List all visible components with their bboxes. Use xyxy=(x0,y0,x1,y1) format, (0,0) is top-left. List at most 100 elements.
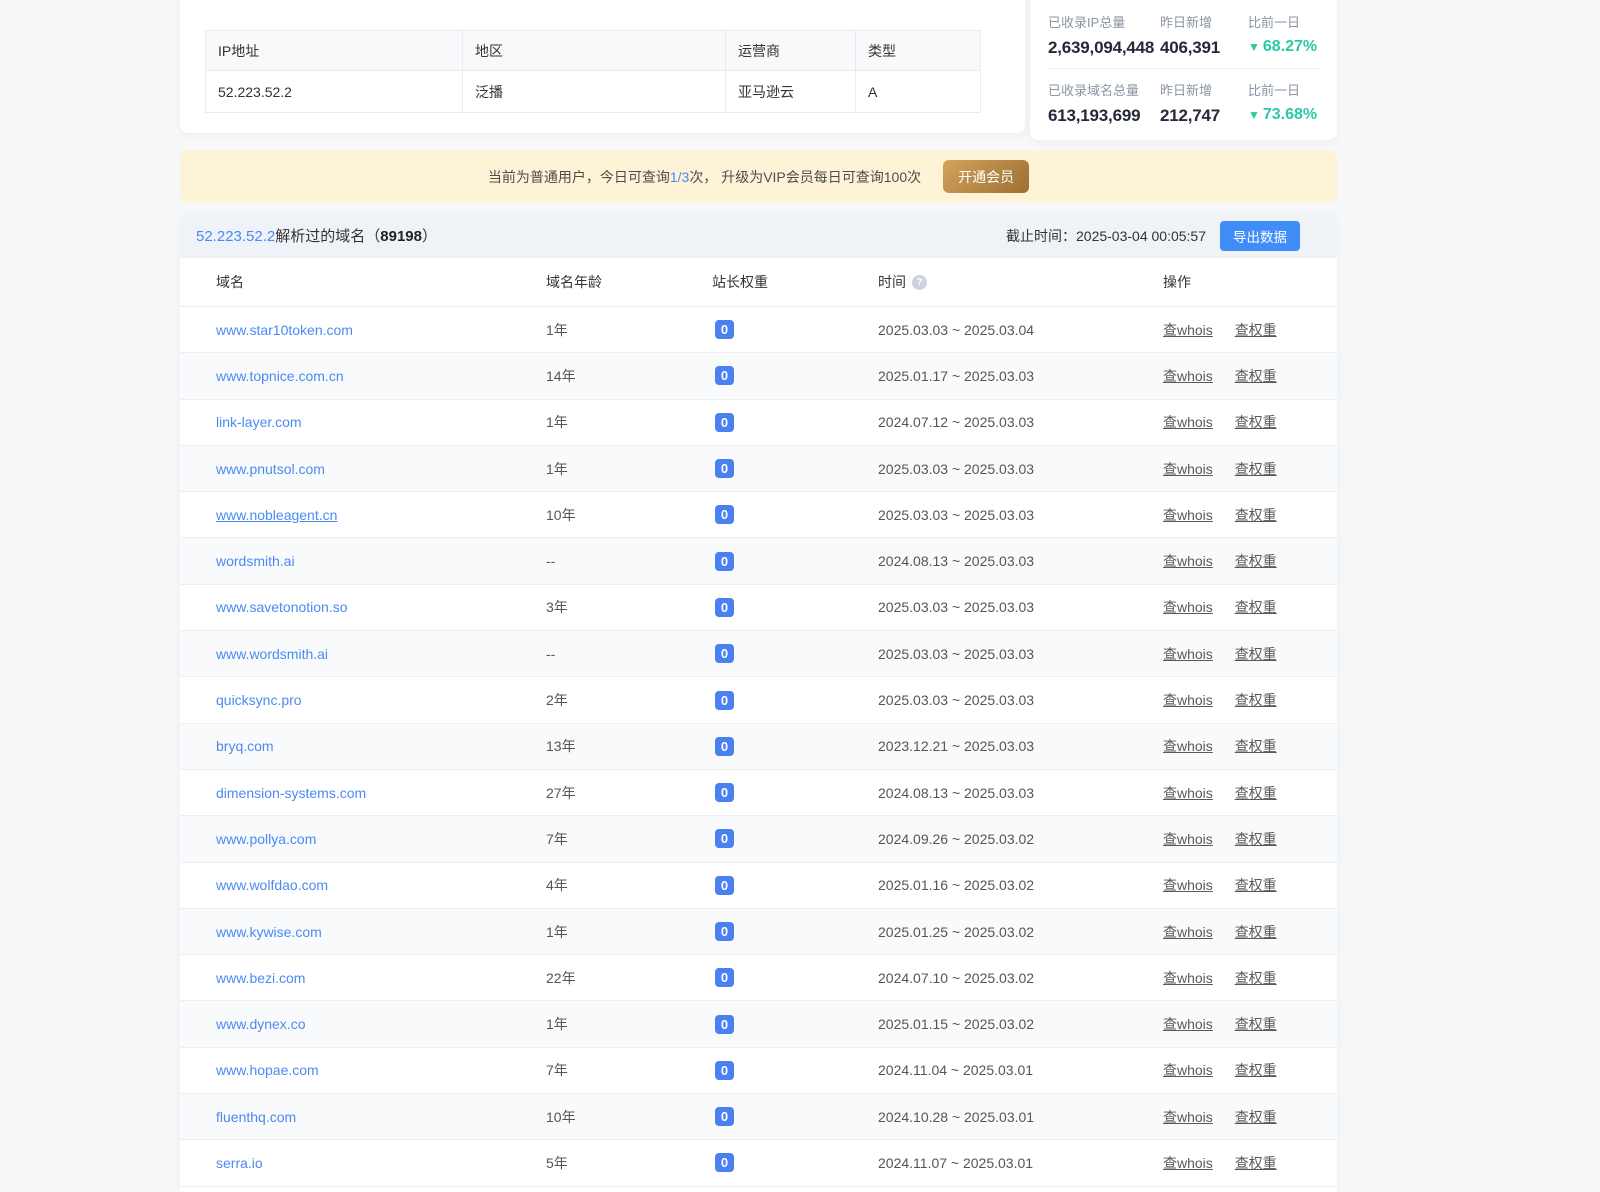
weight-badge[interactable]: 0 xyxy=(715,922,734,941)
open-vip-button[interactable]: 开通会员 xyxy=(943,160,1029,193)
check-weight-link[interactable]: 查权重 xyxy=(1235,507,1277,523)
check-whois-link[interactable]: 查whois xyxy=(1163,1016,1213,1032)
check-weight-link[interactable]: 查权重 xyxy=(1235,599,1277,615)
check-weight-link[interactable]: 查权重 xyxy=(1235,553,1277,569)
check-weight-link[interactable]: 查权重 xyxy=(1235,738,1277,754)
check-weight-link[interactable]: 查权重 xyxy=(1235,1016,1277,1032)
weight-badge[interactable]: 0 xyxy=(715,1015,734,1034)
check-weight-link[interactable]: 查权重 xyxy=(1235,785,1277,801)
weight-badge[interactable]: 0 xyxy=(715,644,734,663)
check-weight-link[interactable]: 查权重 xyxy=(1235,414,1277,430)
help-icon[interactable]: ? xyxy=(912,275,927,290)
domain-link[interactable]: www.savetonotion.so xyxy=(216,599,348,615)
check-whois-link[interactable]: 查whois xyxy=(1163,599,1213,615)
check-weight-link[interactable]: 查权重 xyxy=(1235,461,1277,477)
weight-badge[interactable]: 0 xyxy=(715,691,734,710)
weight-badge[interactable]: 0 xyxy=(715,366,734,385)
domain-link[interactable]: bryq.com xyxy=(216,738,274,754)
check-whois-link[interactable]: 查whois xyxy=(1163,738,1213,754)
record-period: 2024.11.04 ~ 2025.03.01 xyxy=(878,1062,1163,1078)
check-whois-link[interactable]: 查whois xyxy=(1163,368,1213,384)
domain-count: 89198 xyxy=(380,228,422,245)
check-whois-link[interactable]: 查whois xyxy=(1163,1109,1213,1125)
check-whois-link[interactable]: 查whois xyxy=(1163,970,1213,986)
check-whois-link[interactable]: 查whois xyxy=(1163,924,1213,940)
check-weight-link[interactable]: 查权重 xyxy=(1235,646,1277,662)
table-title: 52.223.52.2解析过的域名（89198） xyxy=(196,225,437,246)
weight-badge[interactable]: 0 xyxy=(715,1107,734,1126)
vip-banner-text: 当前为普通用户，今日可查询1/3次， 升级为VIP会员每日可查询100次 xyxy=(488,167,921,187)
domain-age: 7年 xyxy=(546,1060,712,1080)
check-whois-link[interactable]: 查whois xyxy=(1163,553,1213,569)
export-data-button[interactable]: 导出数据 xyxy=(1220,221,1300,251)
record-period: 2025.03.03 ~ 2025.03.03 xyxy=(878,507,1163,523)
domain-link[interactable]: serra.io xyxy=(216,1155,263,1171)
record-period: 2023.12.21 ~ 2025.03.03 xyxy=(878,738,1163,754)
domain-link[interactable]: fluenthq.com xyxy=(216,1109,296,1125)
check-weight-link[interactable]: 查权重 xyxy=(1235,970,1277,986)
domain-link[interactable]: quicksync.pro xyxy=(216,692,302,708)
table-row: www.pollya.com 7年 0 2024.09.26 ~ 2025.03… xyxy=(180,816,1337,862)
weight-badge[interactable]: 0 xyxy=(715,968,734,987)
weight-badge[interactable]: 0 xyxy=(715,737,734,756)
weight-badge[interactable]: 0 xyxy=(715,876,734,895)
title-ip-link[interactable]: 52.223.52.2 xyxy=(196,228,275,245)
weight-badge[interactable]: 0 xyxy=(715,413,734,432)
down-triangle-icon: ▼ xyxy=(1248,108,1260,122)
check-weight-link[interactable]: 查权重 xyxy=(1235,1155,1277,1171)
record-period: 2024.10.28 ~ 2025.03.01 xyxy=(878,1109,1163,1125)
domain-age: 2年 xyxy=(546,690,712,710)
record-period: 2025.01.17 ~ 2025.03.03 xyxy=(878,368,1163,384)
check-whois-link[interactable]: 查whois xyxy=(1163,785,1213,801)
weight-badge[interactable]: 0 xyxy=(715,320,734,339)
check-weight-link[interactable]: 查权重 xyxy=(1235,831,1277,847)
domain-link[interactable]: www.star10token.com xyxy=(216,322,353,338)
check-whois-link[interactable]: 查whois xyxy=(1163,461,1213,477)
weight-badge[interactable]: 0 xyxy=(715,1061,734,1080)
check-whois-link[interactable]: 查whois xyxy=(1163,414,1213,430)
check-weight-link[interactable]: 查权重 xyxy=(1235,1062,1277,1078)
record-period: 2025.03.03 ~ 2025.03.03 xyxy=(878,692,1163,708)
check-weight-link[interactable]: 查权重 xyxy=(1235,692,1277,708)
check-whois-link[interactable]: 查whois xyxy=(1163,507,1213,523)
domain-link[interactable]: www.wordsmith.ai xyxy=(216,646,328,662)
weight-badge[interactable]: 0 xyxy=(715,1153,734,1172)
domain-link[interactable]: www.hopae.com xyxy=(216,1062,319,1078)
check-whois-link[interactable]: 查whois xyxy=(1163,692,1213,708)
domain-age: 7年 xyxy=(546,829,712,849)
domain-link[interactable]: www.pollya.com xyxy=(216,831,316,847)
check-whois-link[interactable]: 查whois xyxy=(1163,831,1213,847)
check-whois-link[interactable]: 查whois xyxy=(1163,877,1213,893)
record-period: 2025.01.15 ~ 2025.03.02 xyxy=(878,1016,1163,1032)
domain-link[interactable]: www.kywise.com xyxy=(216,924,322,940)
check-weight-link[interactable]: 查权重 xyxy=(1235,924,1277,940)
check-weight-link[interactable]: 查权重 xyxy=(1235,1109,1277,1125)
domain-link[interactable]: www.dynex.co xyxy=(216,1016,305,1032)
domain-link[interactable]: www.pnutsol.com xyxy=(216,461,325,477)
check-whois-link[interactable]: 查whois xyxy=(1163,322,1213,338)
check-whois-link[interactable]: 查whois xyxy=(1163,1155,1213,1171)
check-whois-link[interactable]: 查whois xyxy=(1163,646,1213,662)
domain-link[interactable]: www.topnice.com.cn xyxy=(216,368,344,384)
domain-new-value: 212,747 xyxy=(1160,106,1248,126)
domain-link[interactable]: www.bezi.com xyxy=(216,970,305,986)
domain-link[interactable]: link-layer.com xyxy=(216,414,302,430)
weight-badge[interactable]: 0 xyxy=(715,598,734,617)
domain-link[interactable]: www.wolfdao.com xyxy=(216,877,328,893)
table-row: bryq.com 13年 0 2023.12.21 ~ 2025.03.03 查… xyxy=(180,724,1337,770)
weight-badge[interactable]: 0 xyxy=(715,552,734,571)
check-whois-link[interactable]: 查whois xyxy=(1163,1062,1213,1078)
weight-badge[interactable]: 0 xyxy=(715,829,734,848)
table-row: www.star10token.com 1年 0 2025.03.03 ~ 20… xyxy=(180,307,1337,353)
weight-badge[interactable]: 0 xyxy=(715,783,734,802)
col-age: 域名年龄 xyxy=(546,272,712,292)
table-row: www.bezi.com 22年 0 2024.07.10 ~ 2025.03.… xyxy=(180,955,1337,1001)
domain-link[interactable]: dimension-systems.com xyxy=(216,785,366,801)
check-weight-link[interactable]: 查权重 xyxy=(1235,877,1277,893)
domain-link[interactable]: www.nobleagent.cn xyxy=(216,507,337,523)
check-weight-link[interactable]: 查权重 xyxy=(1235,322,1277,338)
weight-badge[interactable]: 0 xyxy=(715,505,734,524)
check-weight-link[interactable]: 查权重 xyxy=(1235,368,1277,384)
weight-badge[interactable]: 0 xyxy=(715,459,734,478)
domain-link[interactable]: wordsmith.ai xyxy=(216,553,295,569)
